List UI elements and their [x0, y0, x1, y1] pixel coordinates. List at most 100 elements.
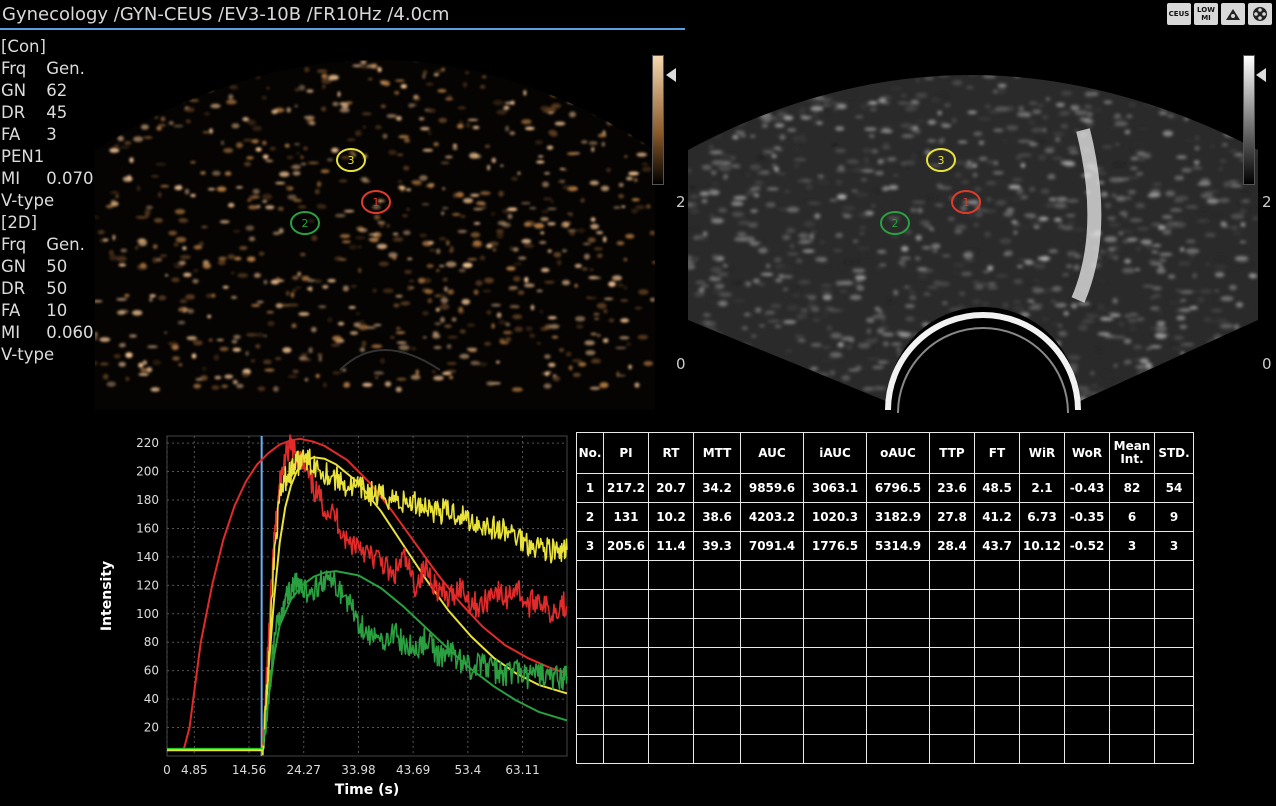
x-axis-label: Time (s): [335, 782, 399, 798]
table-cell: [740, 589, 804, 619]
param-row: MI 0.070: [1, 169, 94, 188]
table-row[interactable]: [576, 618, 1194, 648]
table-cell: [1109, 560, 1155, 590]
table-header-cell[interactable]: iAUC: [803, 432, 867, 474]
svg-text:2: 2: [892, 217, 899, 230]
table-cell: [648, 618, 694, 648]
x-tick-label: 14.56: [232, 763, 266, 777]
table-cell: [1064, 618, 1110, 648]
table-cell: [740, 676, 804, 706]
table-cell: [803, 589, 867, 619]
param-row: DR 45: [1, 103, 68, 122]
table-header-cell[interactable]: WiR: [1019, 432, 1065, 474]
table-cell: [929, 647, 975, 677]
table-cell: [603, 589, 649, 619]
contrast-image[interactable]: 3 1 2: [95, 30, 665, 410]
table-cell: [648, 589, 694, 619]
table-header-cell[interactable]: TTP: [929, 432, 975, 474]
y-tick-label: 200: [136, 465, 159, 479]
table-row[interactable]: 3 205.6 11.4 39.3 7091.4 1776.5 5314.9 28.4 43.7…: [576, 531, 1194, 561]
table-row[interactable]: [576, 676, 1194, 706]
tic-parameter-table: No. PI RT MTT AUC iAUC oAUC TTP FT WiR WoR Mean Int…: [576, 432, 1194, 764]
table-header-cell[interactable]: PI: [603, 432, 649, 474]
y-axis-label: Intensity: [99, 561, 115, 631]
table-cell: [693, 705, 741, 735]
table-cell: 39.3: [693, 531, 741, 561]
table-cell: 7091.4: [740, 531, 804, 561]
x-tick-label: 63.11: [505, 763, 539, 777]
film-reel-icon[interactable]: [1248, 3, 1272, 25]
table-cell: 6796.5: [866, 473, 930, 503]
table-cell: [1109, 734, 1155, 764]
probe-mode-icon[interactable]: [1221, 3, 1245, 25]
contrast-params-header: [Con]: [1, 37, 46, 56]
low-mi-icon[interactable]: LOW MI: [1194, 3, 1218, 25]
table-header-cell[interactable]: oAUC: [866, 432, 930, 474]
table-cell: [974, 734, 1020, 764]
param-row: PEN1: [1, 147, 45, 166]
param-row: FA 3: [1, 125, 57, 144]
table-cell: [603, 560, 649, 590]
table-cell: [693, 560, 741, 590]
y-tick-label: 80: [144, 635, 159, 649]
param-row: V-type: [1, 191, 55, 210]
table-header-cell[interactable]: FT: [974, 432, 1020, 474]
table-row[interactable]: [576, 589, 1194, 619]
table-row[interactable]: [576, 560, 1194, 590]
table-cell: [1154, 560, 1194, 590]
table-row[interactable]: 2 131 10.2 38.6 4203.2 1020.3 3182.9 27.8 41.2 6.…: [576, 502, 1194, 532]
table-cell: 3: [576, 531, 604, 561]
table-cell: [740, 560, 804, 590]
table-cell: 48.5: [974, 473, 1020, 503]
depth-scale-label: 2: [1262, 193, 1272, 211]
window-title: Gynecology /GYN-CEUS /EV3-10B /FR10Hz /4…: [0, 2, 685, 30]
y-tick-label: 60: [144, 664, 159, 678]
gain-pointer-icon[interactable]: [1256, 68, 1266, 82]
gain-pointer-icon[interactable]: [666, 68, 676, 82]
table-row[interactable]: [576, 647, 1194, 677]
ceus-mode-icon[interactable]: CEUS: [1167, 3, 1191, 25]
table-header-cell[interactable]: AUC: [740, 432, 804, 474]
table-cell: 131: [603, 502, 649, 532]
table-cell: 1020.3: [803, 502, 867, 532]
param-row: GN 62: [1, 81, 68, 100]
table-cell: [693, 618, 741, 648]
svg-text:3: 3: [938, 154, 945, 167]
table-cell: [974, 589, 1020, 619]
table-cell: [576, 676, 604, 706]
table-cell: 27.8: [929, 502, 975, 532]
table-header-cell[interactable]: STD.: [1154, 432, 1194, 474]
table-cell: [1019, 734, 1065, 764]
table-header-cell[interactable]: Mean Int.: [1109, 432, 1155, 474]
table-cell: [866, 647, 930, 677]
table-cell: [603, 734, 649, 764]
x-tick-label: 53.4: [454, 763, 481, 777]
table-row[interactable]: [576, 705, 1194, 735]
table-cell: 9859.6: [740, 473, 804, 503]
table-header-cell[interactable]: MTT: [693, 432, 741, 474]
table-header-cell[interactable]: RT: [648, 432, 694, 474]
table-cell: [576, 589, 604, 619]
y-tick-label: 40: [144, 692, 159, 706]
y-tick-label: 180: [136, 493, 159, 507]
table-cell: 9: [1154, 502, 1194, 532]
bmode-image[interactable]: 3 1 2: [688, 30, 1268, 420]
table-row[interactable]: 1 217.2 20.7 34.2 9859.6 3063.1 6796.5 23.6 48.5…: [576, 473, 1194, 503]
2d-params-header: [2D]: [1, 213, 38, 232]
table-header-cell[interactable]: WoR: [1064, 432, 1110, 474]
table-cell: 2.1: [1019, 473, 1065, 503]
table-row[interactable]: [576, 734, 1194, 764]
table-cell: [648, 560, 694, 590]
table-cell: [929, 560, 975, 590]
y-tick-label: 120: [136, 578, 159, 592]
table-cell: 34.2: [693, 473, 741, 503]
table-cell: [576, 618, 604, 648]
tic-chart-svg: 20 40 60 80 100 120 140 160 180 200 220 0 4.85 14.56 2…: [99, 434, 568, 798]
table-cell: [929, 618, 975, 648]
table-cell: [803, 618, 867, 648]
tic-chart[interactable]: 20 40 60 80 100 120 140 160 180 200 220 0 4.85 14.56 2…: [95, 430, 575, 800]
table-cell: [1019, 618, 1065, 648]
table-cell: 4203.2: [740, 502, 804, 532]
table-header-cell[interactable]: No.: [576, 432, 604, 474]
table-cell: [693, 647, 741, 677]
